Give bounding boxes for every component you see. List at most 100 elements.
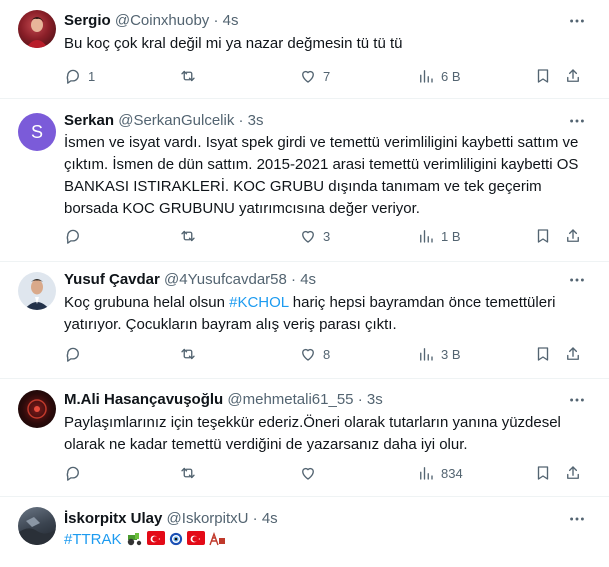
separator-dot: ·	[238, 112, 244, 129]
tweet-feed: Sergio @Coinxhuoby · 4s Bu koç çok kral …	[0, 0, 609, 567]
tweet-header: Serkan @SerkanGulcelik · 3s	[64, 111, 561, 131]
views-button[interactable]: 834	[417, 463, 463, 483]
tweet-actions: 834	[64, 463, 589, 483]
avatar[interactable]	[18, 272, 56, 310]
separator-dot: ·	[213, 12, 219, 29]
more-icon[interactable]	[567, 509, 587, 529]
user-handle[interactable]: @mehmetali61_55	[227, 391, 353, 408]
like-count: 3	[323, 228, 331, 244]
bookmark-icon	[537, 69, 549, 83]
bookmark-icon	[537, 347, 549, 361]
tweet-header: M.Ali Hasançavuşoğlu @mehmetali61_55 · 3…	[64, 390, 561, 410]
tweet-header: İskorpitx Ulay @IskorpitxU · 4s	[64, 509, 561, 529]
share-icon	[567, 69, 579, 82]
tweet-text: İsmen ve isyat vardı. Isyat spek girdi v…	[64, 134, 579, 217]
reply-button[interactable]: 1	[64, 66, 95, 86]
avatar[interactable]	[18, 507, 56, 545]
views-count: 1 B	[441, 228, 461, 244]
views-button[interactable]: 6 B	[417, 66, 461, 86]
share-button[interactable]	[564, 344, 582, 364]
tweet-yusuf[interactable]: Yusuf Çavdar @4Yusufcavdar58 · 4s Koç gr…	[0, 262, 609, 379]
tweet-actions: 1 7 6 B	[64, 66, 589, 86]
tweet-text: #TTRAK	[64, 529, 589, 551]
share-icon	[567, 466, 579, 479]
retweet-button[interactable]	[179, 463, 203, 483]
tweet-text-start: Koç grubuna helal olsun	[64, 294, 230, 311]
tweet-actions: 3 1 B	[64, 226, 589, 246]
views-icon	[420, 467, 433, 480]
display-name[interactable]: Yusuf Çavdar	[64, 271, 160, 288]
reply-button[interactable]	[64, 463, 88, 483]
tweet-header: Yusuf Çavdar @4Yusufcavdar58 · 4s	[64, 270, 561, 290]
more-icon[interactable]	[567, 111, 587, 131]
more-icon[interactable]	[567, 11, 587, 31]
avatar[interactable]	[18, 10, 56, 48]
display-name[interactable]: Serkan	[64, 112, 114, 129]
timestamp[interactable]: 4s	[223, 12, 239, 29]
share-button[interactable]	[564, 226, 582, 246]
avatar[interactable]: S	[18, 113, 56, 151]
share-button[interactable]	[564, 463, 582, 483]
avatar[interactable]	[18, 390, 56, 428]
reply-icon	[66, 229, 79, 244]
timestamp[interactable]: 3s	[248, 112, 264, 129]
hashtag-link[interactable]: #TTRAK	[64, 531, 122, 548]
like-button[interactable]: 3	[299, 226, 330, 246]
retweet-icon	[181, 230, 195, 242]
tweet-mali[interactable]: M.Ali Hasançavuşoğlu @mehmetali61_55 · 3…	[0, 379, 609, 497]
separator-dot: ·	[252, 510, 258, 527]
tweet-text: Paylaşımlarınız için teşekkür ederiz.Öne…	[64, 414, 561, 453]
tractor-emoji	[126, 531, 144, 546]
bookmark-button[interactable]	[534, 463, 552, 483]
reply-button[interactable]	[64, 226, 88, 246]
bookmark-button[interactable]	[534, 344, 552, 364]
reply-button[interactable]	[64, 344, 88, 364]
tweet-header: Sergio @Coinxhuoby · 4s	[64, 11, 561, 31]
more-icon[interactable]	[567, 390, 587, 410]
retweet-button[interactable]	[179, 226, 203, 246]
views-icon	[420, 348, 433, 361]
timestamp[interactable]: 4s	[262, 510, 278, 527]
retweet-button[interactable]	[179, 344, 203, 364]
views-button[interactable]: 1 B	[417, 226, 461, 246]
like-count: 7	[323, 68, 331, 84]
like-icon	[302, 348, 314, 361]
tweet-sergio[interactable]: Sergio @Coinxhuoby · 4s Bu koç çok kral …	[0, 0, 609, 99]
like-button[interactable]: 7	[299, 66, 330, 86]
timestamp[interactable]: 4s	[300, 271, 316, 288]
like-count: 8	[323, 346, 331, 362]
views-button[interactable]: 3 B	[417, 344, 461, 364]
user-handle[interactable]: @4Yusufcavdar58	[164, 271, 287, 288]
like-button[interactable]: 8	[299, 344, 330, 364]
hashtag-link[interactable]: #KCHOL	[229, 294, 288, 311]
separator-dot: ·	[357, 391, 363, 408]
retweet-icon	[181, 467, 195, 479]
turkey-flag-emoji	[186, 531, 205, 545]
display-name[interactable]: M.Ali Hasançavuşoğlu	[64, 391, 223, 408]
share-button[interactable]	[564, 66, 582, 86]
timestamp[interactable]: 3s	[367, 391, 383, 408]
oil-derrick-emoji	[208, 531, 226, 546]
like-button[interactable]	[299, 463, 323, 483]
tweet-serkan[interactable]: S Serkan @SerkanGulcelik · 3s İsmen ve i…	[0, 99, 609, 262]
retweet-icon	[181, 348, 195, 360]
reply-icon	[66, 466, 79, 481]
user-handle[interactable]: @SerkanGulcelik	[118, 112, 234, 129]
user-handle[interactable]: @Coinxhuoby	[115, 12, 209, 29]
bookmark-icon	[537, 229, 549, 243]
reply-icon	[66, 69, 79, 84]
views-count: 834	[441, 465, 463, 481]
bookmark-button[interactable]	[534, 226, 552, 246]
like-icon	[302, 70, 314, 83]
user-handle[interactable]: @IskorpitxU	[167, 510, 249, 527]
tweet-iskorpitx[interactable]: İskorpitx Ulay @IskorpitxU · 4s #TTRAK	[0, 497, 609, 567]
bookmark-icon	[537, 466, 549, 480]
display-name[interactable]: Sergio	[64, 12, 111, 29]
like-icon	[302, 230, 314, 243]
share-icon	[567, 229, 579, 242]
more-icon[interactable]	[567, 270, 587, 290]
display-name[interactable]: İskorpitx Ulay	[64, 510, 162, 527]
views-count: 3 B	[441, 346, 461, 362]
retweet-button[interactable]	[179, 66, 203, 86]
bookmark-button[interactable]	[534, 66, 552, 86]
